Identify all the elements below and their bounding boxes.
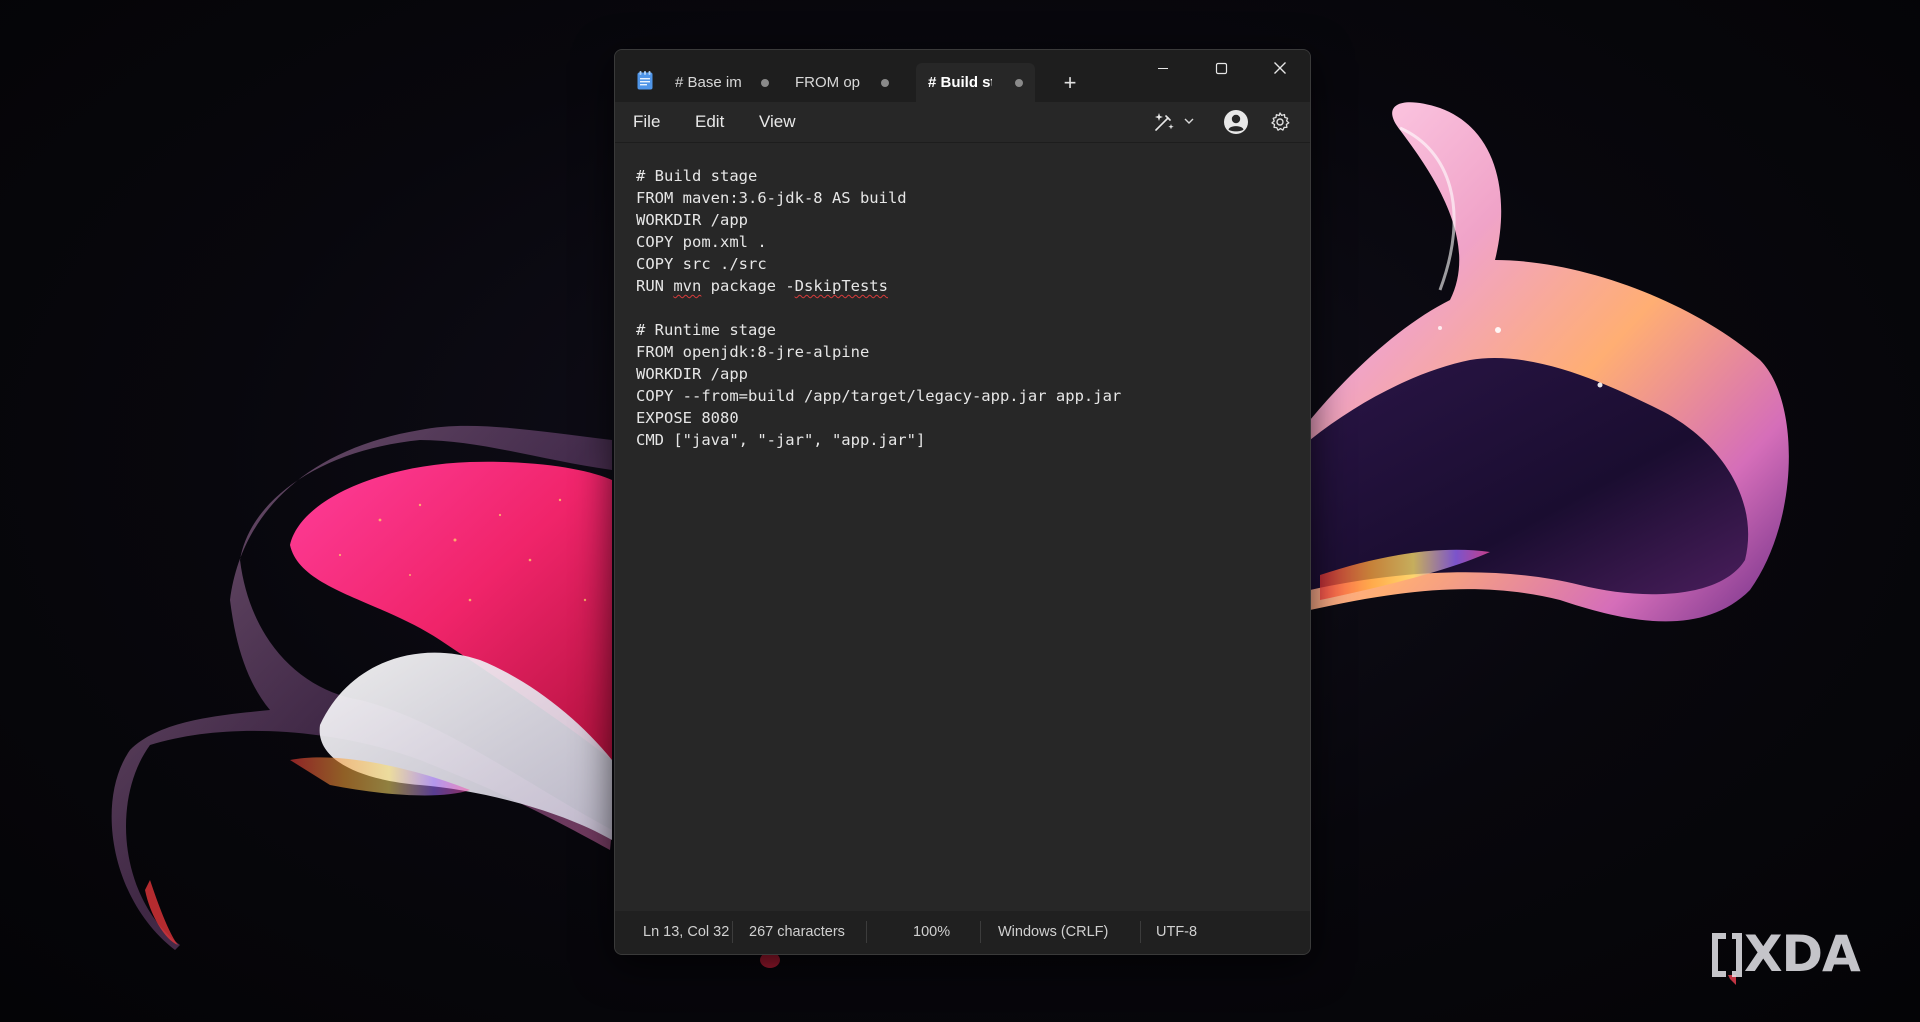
- desktop: # Base im FROM op # Build st + File Edit…: [0, 0, 1920, 1022]
- text-editor-area[interactable]: # Build stage FROM maven:3.6-jdk-8 AS bui…: [615, 142, 1310, 912]
- menu-edit[interactable]: Edit: [695, 112, 724, 132]
- code-line-9: FROM openjdk:8-jre-alpine: [636, 343, 870, 361]
- title-bar[interactable]: # Base im FROM op # Build st +: [615, 50, 1310, 102]
- code-line-1: # Build stage: [636, 167, 758, 185]
- minimize-icon: [1158, 68, 1168, 69]
- code-line-6-prefix: RUN: [636, 277, 674, 295]
- code-line-2: FROM maven:3.6-jdk-8 AS build: [636, 189, 907, 207]
- line-ending[interactable]: Windows (CRLF): [998, 924, 1108, 940]
- new-tab-button[interactable]: +: [1056, 69, 1084, 97]
- account-icon[interactable]: [1223, 109, 1249, 135]
- code-line-6-middle: package -: [701, 277, 795, 295]
- code-line-11: COPY --from=build /app/target/legacy-app…: [636, 387, 1122, 405]
- status-divider: [732, 921, 733, 943]
- minimize-button[interactable]: [1134, 50, 1192, 86]
- tab-3-active[interactable]: # Build st: [916, 63, 1035, 102]
- copilot-rewrite-icon[interactable]: [1151, 110, 1177, 134]
- unsaved-dot-icon: [1015, 79, 1023, 87]
- status-divider: [1140, 921, 1141, 943]
- menu-view[interactable]: View: [759, 112, 796, 132]
- unsaved-dot-icon: [881, 79, 889, 87]
- chevron-down-icon[interactable]: [1183, 116, 1195, 126]
- close-button[interactable]: [1251, 50, 1309, 86]
- code-line-3: WORKDIR /app: [636, 211, 748, 229]
- status-bar: Ln 13, Col 32 267 characters 100% Window…: [615, 911, 1310, 954]
- code-line-12: EXPOSE 8080: [636, 409, 739, 427]
- menu-bar: File Edit View: [615, 102, 1310, 142]
- cursor-position[interactable]: Ln 13, Col 32: [643, 924, 729, 940]
- unsaved-dot-icon: [761, 79, 769, 87]
- tab-3-label: # Build st: [928, 74, 992, 91]
- code-line-8: # Runtime stage: [636, 321, 776, 339]
- notepad-window: # Base im FROM op # Build st + File Edit…: [614, 49, 1311, 955]
- code-line-4: COPY pom.xml .: [636, 233, 767, 251]
- status-divider: [980, 921, 981, 943]
- editor-text[interactable]: # Build stage FROM maven:3.6-jdk-8 AS bui…: [636, 165, 1121, 451]
- tab-1[interactable]: # Base im: [663, 63, 781, 102]
- menu-file[interactable]: File: [633, 112, 660, 132]
- code-line-10: WORKDIR /app: [636, 365, 748, 383]
- tab-1-label: # Base im: [675, 74, 742, 91]
- status-divider: [866, 921, 867, 943]
- zoom-level[interactable]: 100%: [913, 924, 950, 940]
- maximize-button[interactable]: [1192, 50, 1250, 86]
- settings-gear-icon[interactable]: [1269, 111, 1291, 133]
- encoding[interactable]: UTF-8: [1156, 924, 1197, 940]
- code-line-13: CMD ["java", "-jar", "app.jar"]: [636, 431, 926, 449]
- tab-2-label: FROM op: [795, 74, 861, 91]
- close-icon: [1274, 62, 1286, 74]
- character-count: 267 characters: [749, 924, 845, 940]
- maximize-icon: [1215, 62, 1228, 75]
- code-line-5: COPY src ./src: [636, 255, 767, 273]
- xda-watermark-text: XDA: [1744, 925, 1861, 983]
- spellcheck-flag-dskiptests: DskipTests: [794, 277, 888, 295]
- notepad-app-icon: [637, 71, 653, 90]
- spellcheck-flag-mvn: mvn: [673, 277, 702, 295]
- code-line-6: RUN mvn package -DskipTests: [636, 275, 1121, 297]
- tab-2[interactable]: FROM op: [783, 63, 901, 102]
